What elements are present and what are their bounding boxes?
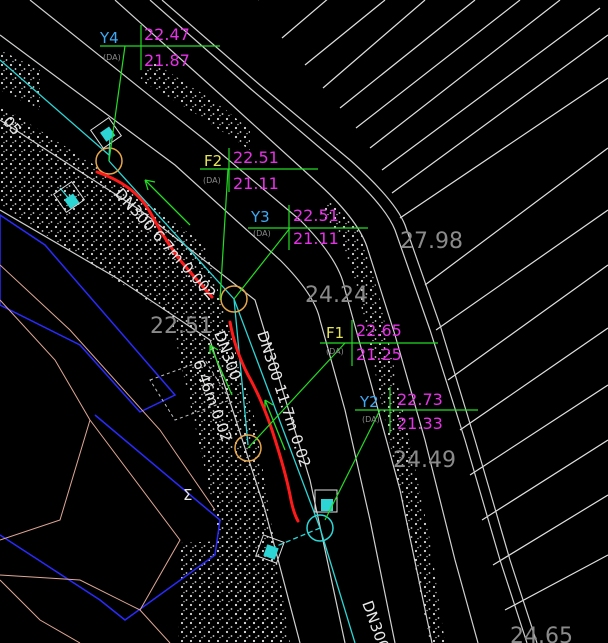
value-bottom-y2: 21.33: [397, 414, 443, 433]
code-y4: (DA): [103, 53, 121, 62]
code-y2: (DA): [362, 415, 380, 424]
misc-glyph: Σ: [183, 486, 192, 504]
value-bottom-f2: 21.11: [233, 174, 279, 193]
code-f1: (DA): [326, 347, 344, 356]
tag-y3: Y3: [250, 208, 270, 226]
inlet-3: [321, 499, 333, 511]
spot-level-4: 24.49: [393, 448, 456, 473]
value-bottom-y3: 21.11: [293, 229, 339, 248]
tag-f2: F2: [204, 152, 222, 170]
code-f2: (DA): [203, 176, 221, 185]
label-y3: Y3 22.51 (DA) 21.11: [250, 206, 339, 248]
value-bottom-f1: 21.25: [356, 345, 402, 364]
cad-drawing-canvas: Y4 22.47 (DA) 21.87 F2 22.51 (DA) 21.11 …: [0, 0, 608, 643]
value-top-f1: 22.65: [356, 321, 402, 340]
value-top-f2: 22.51: [233, 148, 279, 167]
tag-y2: Y2: [359, 393, 379, 411]
value-bottom-y4: 21.87: [144, 51, 190, 70]
code-y3: (DA): [253, 229, 271, 238]
tag-f1: F1: [326, 324, 344, 342]
label-y4: Y4 22.47 (DA) 21.87: [99, 25, 190, 70]
value-top-y2: 22.73: [397, 390, 443, 409]
spot-level-1: 27.98: [400, 229, 463, 254]
value-top-y3: 22.51: [293, 206, 339, 225]
spot-level-3: 22.51: [150, 314, 213, 339]
tag-y4: Y4: [99, 29, 119, 47]
spot-level-2: 24.24: [305, 283, 368, 308]
spot-level-5: 24.65: [510, 624, 573, 643]
value-top-y4: 22.47: [144, 25, 190, 44]
